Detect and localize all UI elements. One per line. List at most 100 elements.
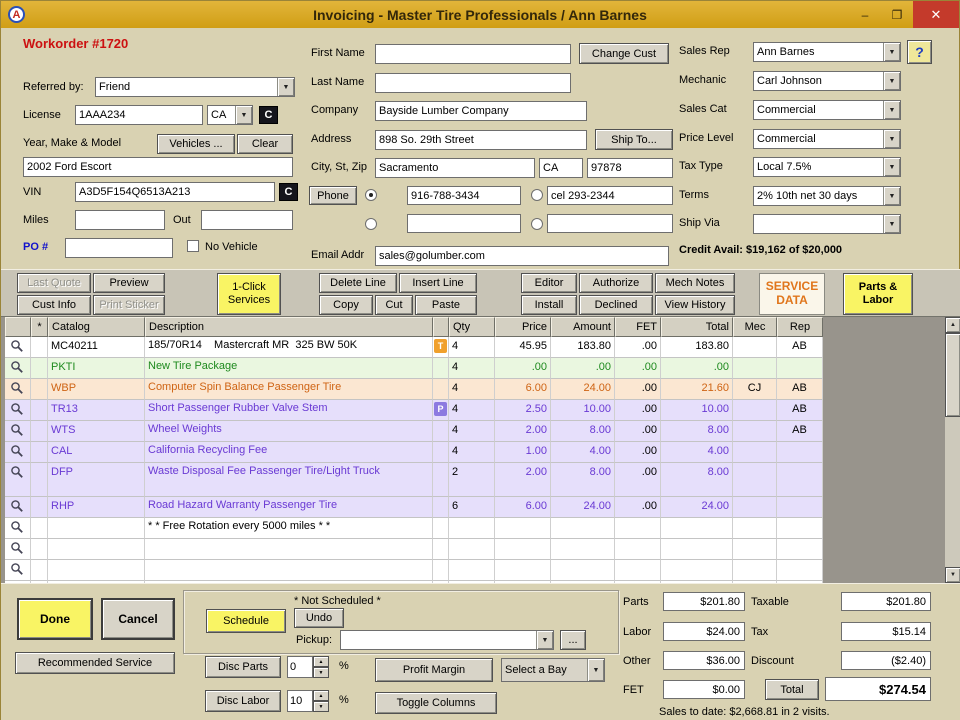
po-input[interactable] [65, 238, 173, 258]
catalog-cell[interactable]: WTS [48, 421, 145, 442]
view-history-button[interactable]: View History [655, 295, 735, 315]
pickup-select[interactable]: ▼ [340, 630, 554, 650]
ship-via-select[interactable]: ▼ [753, 214, 901, 234]
recommended-service-button[interactable]: Recommended Service [15, 652, 175, 674]
declined-button[interactable]: Declined [579, 295, 653, 315]
vehicles-button[interactable]: Vehicles ... [157, 134, 235, 154]
row-magnifier-icon[interactable] [5, 442, 31, 463]
row-magnifier-icon[interactable] [5, 400, 31, 421]
catalog-cell[interactable]: PKTI [48, 358, 145, 379]
cut-button[interactable]: Cut [375, 295, 413, 315]
cancel-button[interactable]: Cancel [101, 598, 175, 640]
sales-cat-select[interactable]: Commercial▼ [753, 100, 901, 120]
paste-button[interactable]: Paste [415, 295, 477, 315]
phone-button[interactable]: Phone [309, 186, 357, 205]
catalog-cell[interactable]: MC40211 [48, 337, 145, 358]
amount-cell[interactable]: 8.00 [551, 463, 615, 497]
total-cell[interactable] [661, 539, 733, 560]
chevron-down-icon[interactable]: ▼ [883, 43, 900, 61]
mec-cell[interactable] [733, 337, 777, 358]
delete-line-button[interactable]: Delete Line [319, 273, 397, 293]
rep-cell[interactable] [777, 497, 823, 518]
rep-cell[interactable] [777, 463, 823, 497]
catalog-cell[interactable]: CAL [48, 442, 145, 463]
total-cell[interactable] [661, 560, 733, 581]
spin-down-icon[interactable]: ▼ [313, 667, 329, 678]
chevron-down-icon[interactable]: ▼ [883, 72, 900, 90]
pickup-more-button[interactable]: ... [560, 630, 586, 650]
price-cell[interactable]: 45.95 [495, 337, 551, 358]
last-name-input[interactable] [375, 73, 571, 93]
table-row[interactable]: CAL California Recycling Fee 4 1.00 4.00… [5, 442, 823, 463]
amount-cell[interactable]: 24.00 [551, 379, 615, 400]
mec-cell[interactable] [733, 539, 777, 560]
spin-up-icon[interactable]: ▲ [313, 690, 329, 701]
phone2-input[interactable] [547, 186, 673, 205]
phone1-input[interactable] [407, 186, 521, 205]
fet-cell[interactable]: .00 [615, 442, 661, 463]
table-row[interactable]: MC40211 185/70R14 Mastercraft MR 325 BW … [5, 337, 823, 358]
chevron-down-icon[interactable]: ▼ [587, 659, 604, 681]
ship-to-button[interactable]: Ship To... [595, 129, 673, 150]
description-cell[interactable]: Computer Spin Balance Passenger Tire [145, 379, 433, 400]
table-row[interactable] [5, 560, 823, 581]
chevron-down-icon[interactable]: ▼ [883, 158, 900, 176]
rep-cell[interactable]: AB [777, 421, 823, 442]
profit-margin-button[interactable]: Profit Margin [375, 658, 493, 682]
close-button[interactable]: ✕ [913, 1, 959, 28]
mec-cell[interactable] [733, 497, 777, 518]
total-cell[interactable]: 4.00 [661, 442, 733, 463]
price-cell[interactable]: 2.50 [495, 400, 551, 421]
help-button[interactable]: ? [907, 40, 932, 64]
disc-parts-button[interactable]: Disc Parts [205, 656, 281, 678]
description-cell[interactable]: New Tire Package [145, 358, 433, 379]
amount-cell[interactable] [551, 539, 615, 560]
row-magnifier-icon[interactable] [5, 560, 31, 581]
tax-type-select[interactable]: Local 7.5%▼ [753, 157, 901, 177]
qty-cell[interactable]: 4 [449, 400, 495, 421]
total-cell[interactable]: 10.00 [661, 400, 733, 421]
table-row[interactable]: WTS Wheel Weights 4 2.00 8.00 .00 8.00 A… [5, 421, 823, 442]
price-cell[interactable]: .00 [495, 358, 551, 379]
sales-rep-select[interactable]: Ann Barnes▼ [753, 42, 901, 62]
price-cell[interactable]: 2.00 [495, 463, 551, 497]
table-row[interactable]: DFP Waste Disposal Fee Passenger Tire/Li… [5, 463, 823, 497]
grid-scrollbar[interactable]: ▲ ▼ [945, 317, 960, 583]
amount-cell[interactable]: 8.00 [551, 421, 615, 442]
fet-cell[interactable]: .00 [615, 358, 661, 379]
city-input[interactable] [375, 158, 535, 178]
license-input[interactable] [75, 105, 203, 125]
phone1-radio[interactable] [365, 189, 377, 201]
rep-cell[interactable]: AB [777, 337, 823, 358]
qty-cell[interactable]: 4 [449, 379, 495, 400]
rep-cell[interactable] [777, 560, 823, 581]
zip-input[interactable] [587, 158, 673, 178]
mec-cell[interactable] [733, 400, 777, 421]
table-row[interactable]: * * Free Rotation every 5000 miles * * [5, 518, 823, 539]
catalog-cell[interactable]: RHP [48, 497, 145, 518]
chevron-down-icon[interactable]: ▼ [883, 101, 900, 119]
mec-cell[interactable] [733, 560, 777, 581]
total-cell[interactable] [661, 518, 733, 539]
price-cell[interactable] [495, 518, 551, 539]
spin-up-icon[interactable]: ▲ [313, 656, 329, 667]
description-cell[interactable] [145, 560, 433, 581]
row-magnifier-icon[interactable] [5, 497, 31, 518]
fet-cell[interactable]: .00 [615, 463, 661, 497]
copy-button[interactable]: Copy [319, 295, 373, 315]
rep-cell[interactable] [777, 518, 823, 539]
carfax-button[interactable]: C [259, 106, 278, 124]
price-cell[interactable]: 6.00 [495, 497, 551, 518]
description-cell[interactable]: Short Passenger Rubber Valve Stem [145, 400, 433, 421]
row-magnifier-icon[interactable] [5, 421, 31, 442]
qty-cell[interactable]: 2 [449, 463, 495, 497]
fet-cell[interactable] [615, 518, 661, 539]
amount-cell[interactable] [551, 560, 615, 581]
rep-cell[interactable] [777, 539, 823, 560]
mec-cell[interactable] [733, 463, 777, 497]
schedule-button[interactable]: Schedule [206, 609, 286, 633]
minimize-button[interactable]: – [849, 1, 881, 28]
qty-cell[interactable]: 6 [449, 497, 495, 518]
fet-cell[interactable]: .00 [615, 400, 661, 421]
rep-cell[interactable] [777, 358, 823, 379]
